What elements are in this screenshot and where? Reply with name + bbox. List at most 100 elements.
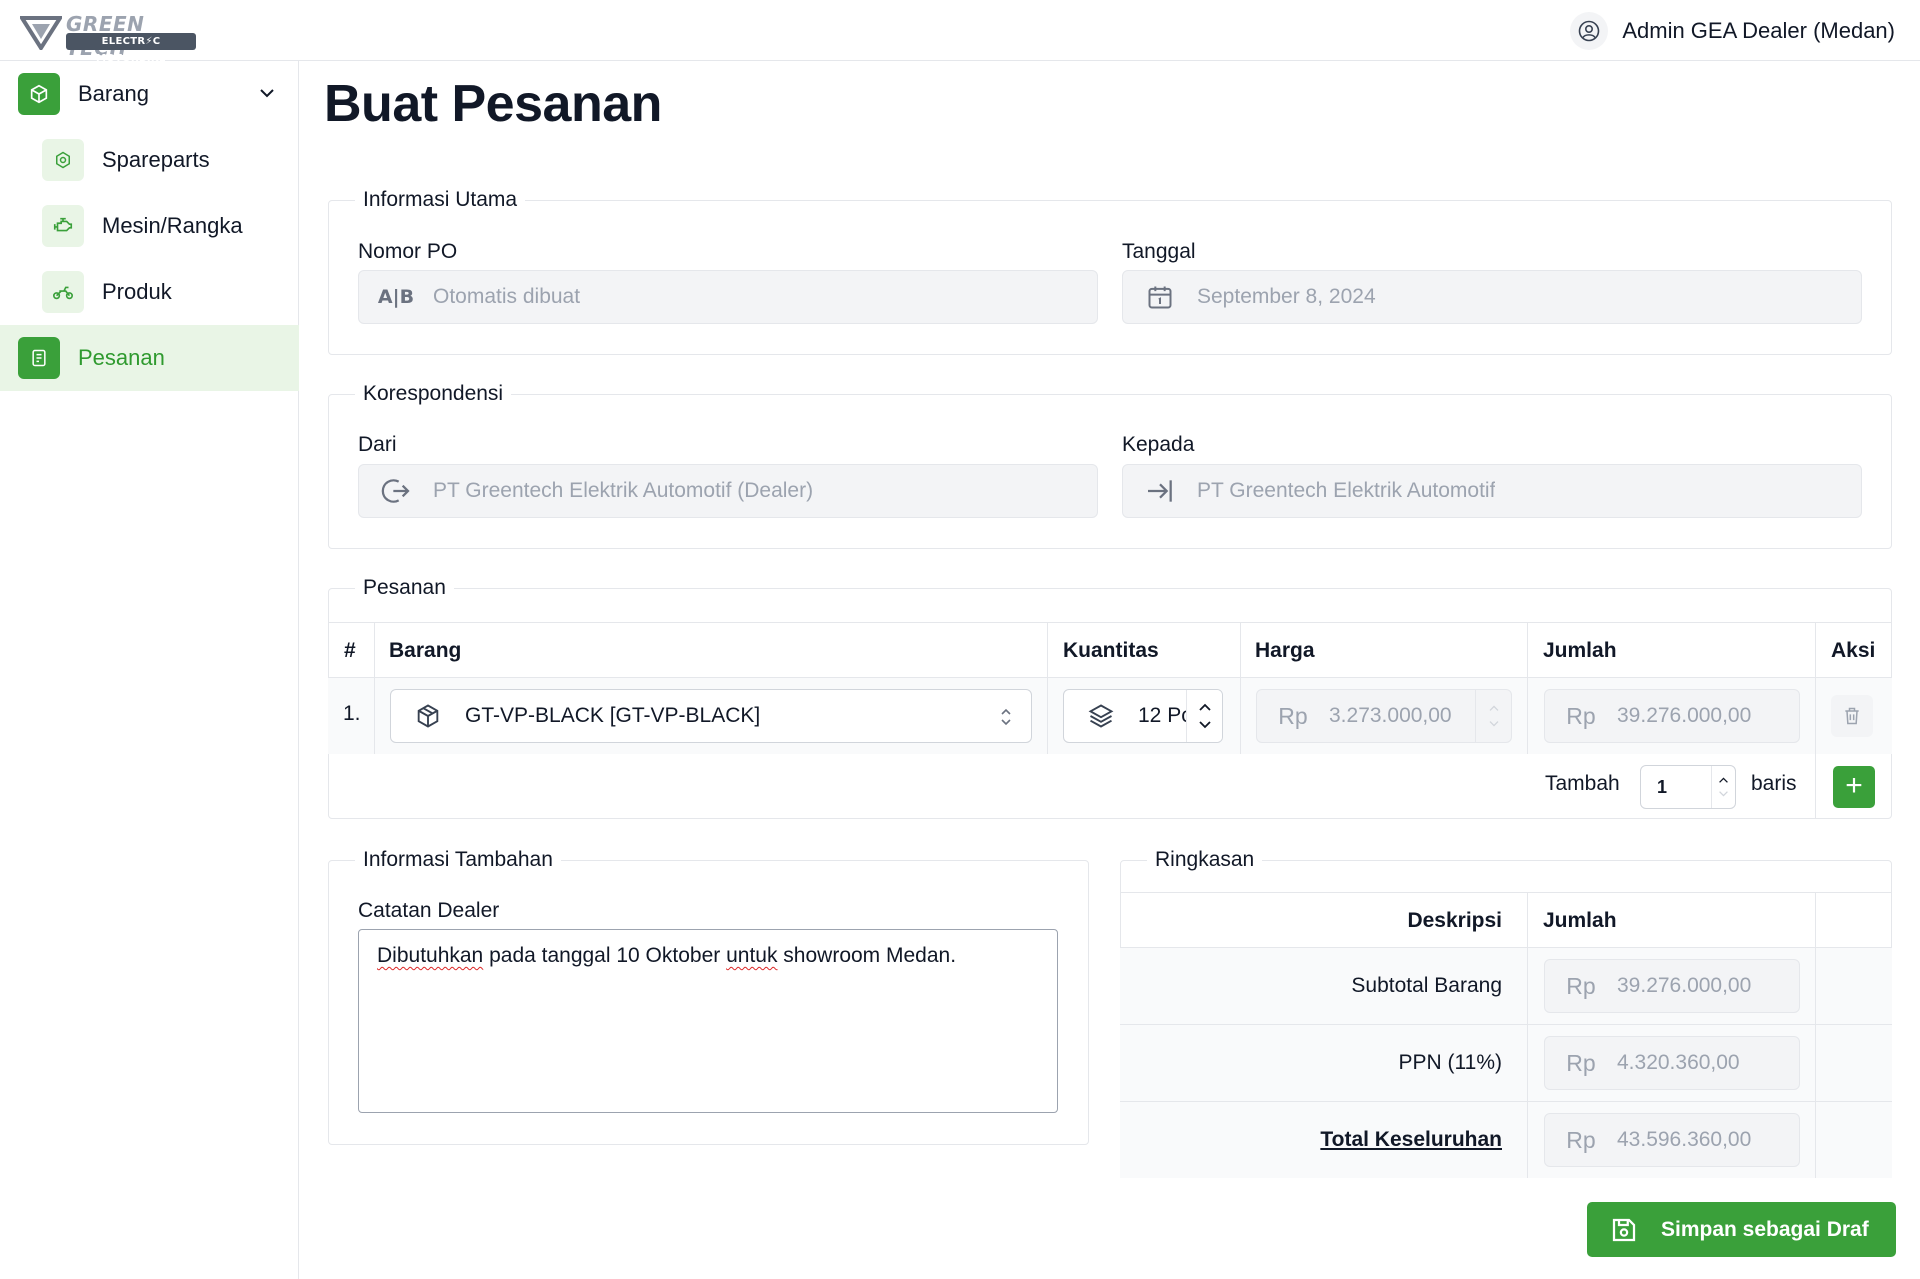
currency-label: Rp <box>1278 702 1308 729</box>
summary-amount: 4.320.360,00 <box>1617 1051 1740 1074</box>
chevron-up-down-icon <box>1001 708 1011 726</box>
po-number-label: Nomor PO <box>358 240 458 263</box>
summary-desc: Total Keseluruhan <box>1320 1128 1502 1151</box>
po-number-placeholder: Otomatis dibuat <box>433 285 581 308</box>
section-legend: Informasi Utama <box>363 188 518 211</box>
price-field[interactable]: Rp 3.273.000,00 <box>1256 689 1512 743</box>
quantity-spin-buttons[interactable] <box>1186 690 1222 742</box>
po-number-field[interactable]: A|B Otomatis dibuat <box>358 270 1098 324</box>
from-field[interactable]: PT Greentech Elektrik Automotif (Dealer) <box>358 464 1098 518</box>
calendar-icon <box>1123 283 1197 311</box>
section-legend: Informasi Tambahan <box>363 848 553 871</box>
add-rows-suffix: baris <box>1751 772 1797 795</box>
summary-desc: Subtotal Barang <box>1351 974 1502 997</box>
column-header-deskripsi: Deskripsi <box>1407 909 1502 932</box>
chevron-down-icon[interactable] <box>1198 720 1212 730</box>
chevron-up-icon[interactable] <box>1718 776 1729 784</box>
sidebar-item-barang[interactable]: Barang <box>0 61 299 127</box>
chevron-down-icon[interactable] <box>1718 790 1729 798</box>
column-divider <box>1527 622 1528 754</box>
sidebar: Barang Spareparts Mesin/Rangka Produk Pe… <box>0 61 299 1279</box>
user-menu[interactable]: Admin GEA Dealer (Medan) <box>1570 12 1895 50</box>
summary-row-ppn: PPN (11%) Rp 4.320.360,00 <box>1120 1025 1892 1102</box>
motorbike-icon <box>42 271 84 313</box>
currency-label: Rp <box>1566 972 1596 999</box>
column-header-jumlah: Jumlah <box>1543 909 1617 932</box>
line-total-field: Rp 39.276.000,00 <box>1544 689 1800 743</box>
user-avatar-icon[interactable] <box>1570 12 1609 50</box>
sign-out-icon <box>359 475 433 507</box>
save-draft-button[interactable]: Simpan sebagai Draf <box>1587 1202 1896 1257</box>
column-header-kuantitas: Kuantitas <box>1063 639 1159 662</box>
sidebar-item-mesin-rangka[interactable]: Mesin/Rangka <box>0 193 299 259</box>
section-legend: Ringkasan <box>1155 848 1255 871</box>
add-rows-spin-buttons[interactable] <box>1711 766 1735 808</box>
section-legend: Korespondensi <box>363 382 504 405</box>
text-format-icon: A|B <box>377 286 415 308</box>
to-value: PT Greentech Elektrik Automotif <box>1197 479 1496 502</box>
currency-label: Rp <box>1566 1049 1596 1076</box>
column-header-jumlah: Jumlah <box>1543 639 1617 662</box>
item-select[interactable]: GT-VP-BLACK [GT-VP-BLACK] <box>390 689 1032 743</box>
save-icon <box>1587 1215 1661 1245</box>
summary-desc: PPN (11%) <box>1398 1051 1502 1074</box>
chevron-down-icon[interactable] <box>257 83 277 103</box>
date-label: Tanggal <box>1122 240 1196 263</box>
dealer-notes-textarea[interactable]: Dibutuhkan pada tanggal 10 Oktober untuk… <box>358 929 1058 1113</box>
column-divider <box>1047 622 1048 754</box>
add-rows-count: 1 <box>1657 777 1668 797</box>
dealer-notes-label: Catatan Dealer <box>358 899 500 922</box>
line-total-value: 39.276.000,00 <box>1617 704 1752 727</box>
box-icon <box>18 73 60 115</box>
row-number: 1. <box>343 702 361 725</box>
from-label: Dari <box>358 433 397 456</box>
add-row-button[interactable]: + <box>1833 766 1875 808</box>
price-value: 3.273.000,00 <box>1329 704 1452 727</box>
quantity-stepper[interactable]: 12 Pcs <box>1063 689 1223 743</box>
quantity-value: 12 Pcs <box>1138 704 1188 727</box>
spellcheck-word: Dibutuhkan <box>377 944 484 967</box>
item-select-value: GT-VP-BLACK [GT-VP-BLACK] <box>465 704 761 727</box>
sidebar-item-label: Barang <box>78 81 149 106</box>
column-header-aksi: Aksi <box>1831 639 1876 662</box>
trash-icon <box>1845 707 1859 725</box>
user-name: Admin GEA Dealer (Medan) <box>1622 18 1895 43</box>
currency-label: Rp <box>1566 702 1596 729</box>
engine-icon <box>42 205 84 247</box>
chevron-up-icon[interactable] <box>1198 702 1212 712</box>
column-divider <box>1527 892 1528 1178</box>
sidebar-item-pesanan[interactable]: Pesanan <box>0 325 299 391</box>
add-rows-bar: Tambah 1 baris + <box>328 754 1892 819</box>
sidebar-item-label: Mesin/Rangka <box>102 213 243 238</box>
add-rows-label: Tambah <box>1545 772 1620 795</box>
sidebar-item-produk[interactable]: Produk <box>0 259 299 325</box>
summary-row-subtotal: Subtotal Barang Rp 39.276.000,00 <box>1120 948 1892 1025</box>
column-header-barang: Barang <box>389 639 462 662</box>
summary-amount: 43.596.360,00 <box>1617 1128 1752 1151</box>
column-divider <box>374 622 375 754</box>
price-spin-buttons <box>1475 690 1511 742</box>
summary-amount-field: Rp 43.596.360,00 <box>1544 1113 1800 1167</box>
date-field[interactable]: September 8, 2024 <box>1122 270 1862 324</box>
delete-row-button[interactable] <box>1831 695 1873 737</box>
column-header-harga: Harga <box>1255 639 1315 662</box>
column-divider <box>1815 892 1816 1178</box>
logo-mark-icon <box>20 16 62 50</box>
layers-icon <box>1064 702 1138 730</box>
section-legend: Pesanan <box>363 576 446 599</box>
page-title: Buat Pesanan <box>324 75 662 133</box>
summary-amount-field: Rp 39.276.000,00 <box>1544 959 1800 1013</box>
to-field[interactable]: PT Greentech Elektrik Automotif <box>1122 464 1862 518</box>
column-divider <box>1240 622 1241 754</box>
to-label: Kepada <box>1122 433 1195 456</box>
sidebar-item-spareparts[interactable]: Spareparts <box>0 127 299 193</box>
sidebar-item-label: Produk <box>102 279 172 304</box>
summary-amount: 39.276.000,00 <box>1617 974 1752 997</box>
save-draft-label: Simpan sebagai Draf <box>1661 1217 1869 1241</box>
from-value: PT Greentech Elektrik Automotif (Dealer) <box>433 479 814 502</box>
package-icon <box>391 702 465 730</box>
logo-badge: ELECTR⚡C MOTORBIKE <box>66 33 196 64</box>
add-rows-count-input[interactable]: 1 <box>1640 765 1736 809</box>
brand-logo[interactable]: GREEN TECH ELECTR⚡C MOTORBIKE <box>20 12 200 64</box>
table-row: 1. GT-VP-BLACK [GT-VP-BLACK] 12 Pcs Rp 3… <box>328 678 1892 754</box>
